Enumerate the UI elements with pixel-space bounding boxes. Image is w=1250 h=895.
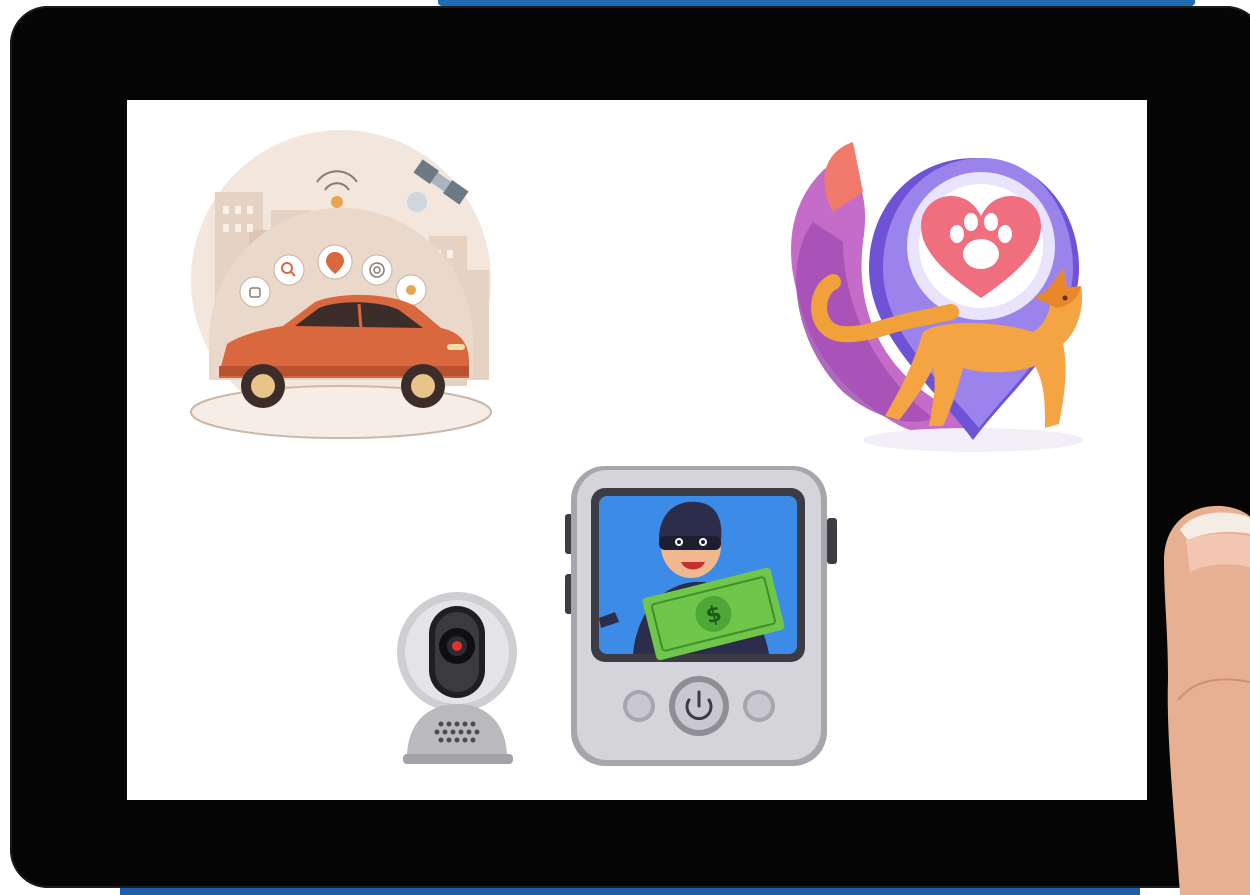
car-gps-icon [190,130,492,439]
security-camera-illustration [393,590,523,770]
hand-thumb [1150,500,1250,895]
burglar-alert-icon: $ [565,466,837,766]
security-camera-icon [397,592,517,764]
video-viewer-illustration: $ [563,462,841,772]
tablet-screen: $ [127,100,1147,800]
paw-heart-pin-icon [791,142,1083,452]
pet-location-illustration [773,122,1113,462]
connected-car-illustration [179,130,499,450]
scene: $ [0,0,1250,895]
